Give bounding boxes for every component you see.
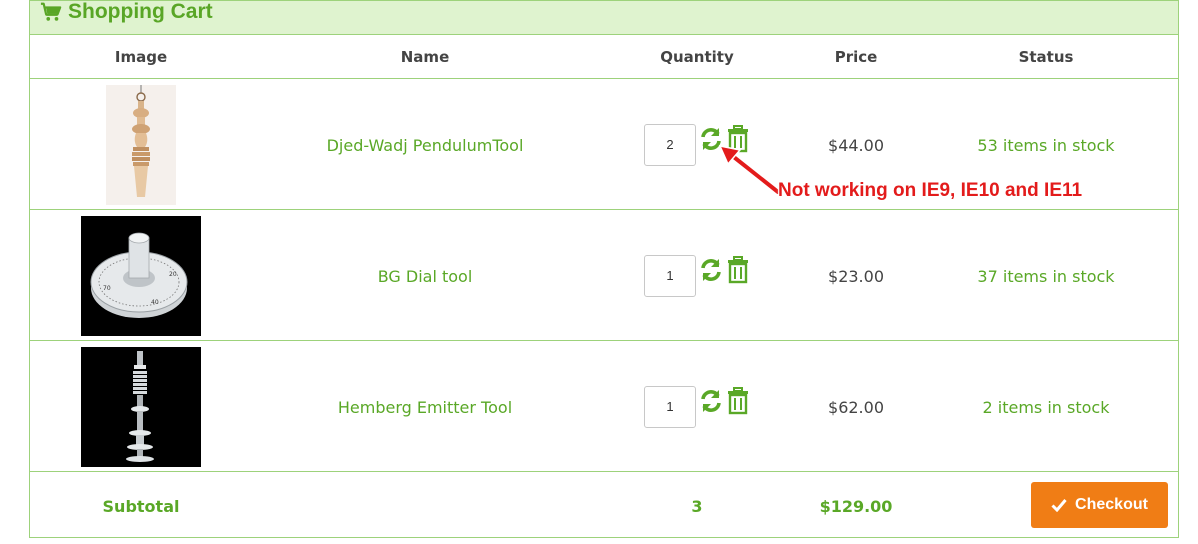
product-name-link[interactable]: Hemberg Emitter Tool [338, 398, 512, 417]
subtotal-label: Subtotal [102, 497, 180, 516]
trash-icon[interactable] [726, 387, 750, 415]
refresh-icon[interactable] [698, 256, 724, 284]
svg-text:40: 40 [151, 299, 159, 306]
annotation-arrow-icon [718, 144, 782, 196]
subtotal-quantity: 3 [691, 497, 703, 516]
checkout-button[interactable]: Checkout [1031, 482, 1168, 528]
panel-title: Shopping Cart [40, 0, 213, 29]
panel-header: Shopping Cart [30, 0, 1178, 35]
product-image-dial: 70 20 40 [81, 216, 201, 336]
subtotal-total: $129.00 [819, 497, 893, 516]
product-name-link[interactable]: BG Dial tool [378, 267, 473, 286]
product-image-emitter [81, 347, 201, 467]
trash-icon[interactable] [726, 256, 750, 284]
stock-status: 53 items in stock [977, 136, 1115, 155]
item-price: $62.00 [828, 398, 884, 417]
checkmark-icon [1051, 499, 1067, 512]
row-divider [30, 471, 1178, 472]
row-divider [30, 209, 1178, 210]
svg-text:20: 20 [169, 271, 177, 278]
stock-status: 2 items in stock [982, 398, 1110, 417]
product-name-link[interactable]: Djed-Wadj PendulumTool [327, 136, 524, 155]
item-price: $44.00 [828, 136, 884, 155]
quantity-input[interactable]: 1 [644, 386, 696, 428]
item-price: $23.00 [828, 267, 884, 286]
column-header-name: Name [400, 48, 450, 66]
stock-status: 37 items in stock [977, 267, 1115, 286]
column-header-image: Image [114, 48, 168, 66]
column-header-status: Status [1018, 48, 1074, 66]
row-divider [30, 340, 1178, 341]
svg-text:70: 70 [103, 285, 111, 292]
quantity-input[interactable]: 2 [644, 124, 696, 166]
panel-title-text: Shopping Cart [68, 0, 213, 23]
shopping-cart-icon [40, 2, 62, 21]
quantity-input[interactable]: 1 [644, 255, 696, 297]
shopping-cart-panel: Shopping Cart Image Name Quantity Price … [29, 0, 1179, 538]
column-header-quantity: Quantity [660, 48, 734, 66]
checkout-label: Checkout [1075, 496, 1148, 513]
refresh-icon[interactable] [698, 387, 724, 415]
column-header-price: Price [834, 48, 878, 66]
annotation-text: Not working on IE9, IE10 and IE11 [778, 180, 1083, 201]
product-image-pendulum [81, 85, 201, 205]
row-divider [30, 78, 1178, 79]
